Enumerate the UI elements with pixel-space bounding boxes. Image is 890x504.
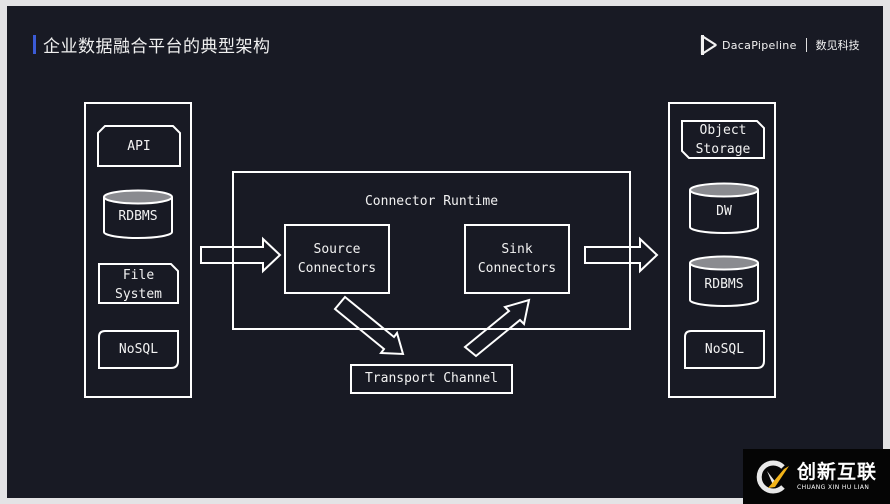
architecture-diagram — [84, 102, 776, 398]
sink-connectors-label: Sink Connectors — [477, 242, 557, 276]
source-filesystem-label: File System — [115, 268, 162, 302]
source-connectors-label: Source Connectors — [297, 242, 377, 276]
source-api-label: API — [127, 139, 151, 154]
target-nosql-label: NoSQL — [704, 342, 745, 357]
source-rdbms-label: RDBMS — [118, 209, 158, 224]
input-arrow — [200, 236, 282, 274]
watermark-name-cn: 创新互联 — [797, 461, 878, 483]
target-rdbms-label: RDBMS — [704, 277, 744, 292]
transport-channel-label: Transport Channel — [364, 371, 499, 386]
output-arrow — [584, 236, 659, 274]
source-nosql-label: NoSQL — [118, 342, 159, 357]
target-object-storage-label: Object Storage — [695, 123, 751, 157]
arrow-source-to-transport — [333, 295, 405, 356]
connector-runtime-label: Connector Runtime — [364, 194, 499, 209]
watermark-name-en: CHUANG XIN HU LIAN — [797, 484, 870, 491]
cx-logo-icon — [756, 460, 789, 493]
target-dw-label: DW — [716, 204, 732, 219]
watermark: 创新互联 CHUANG XIN HU LIAN — [743, 449, 890, 504]
